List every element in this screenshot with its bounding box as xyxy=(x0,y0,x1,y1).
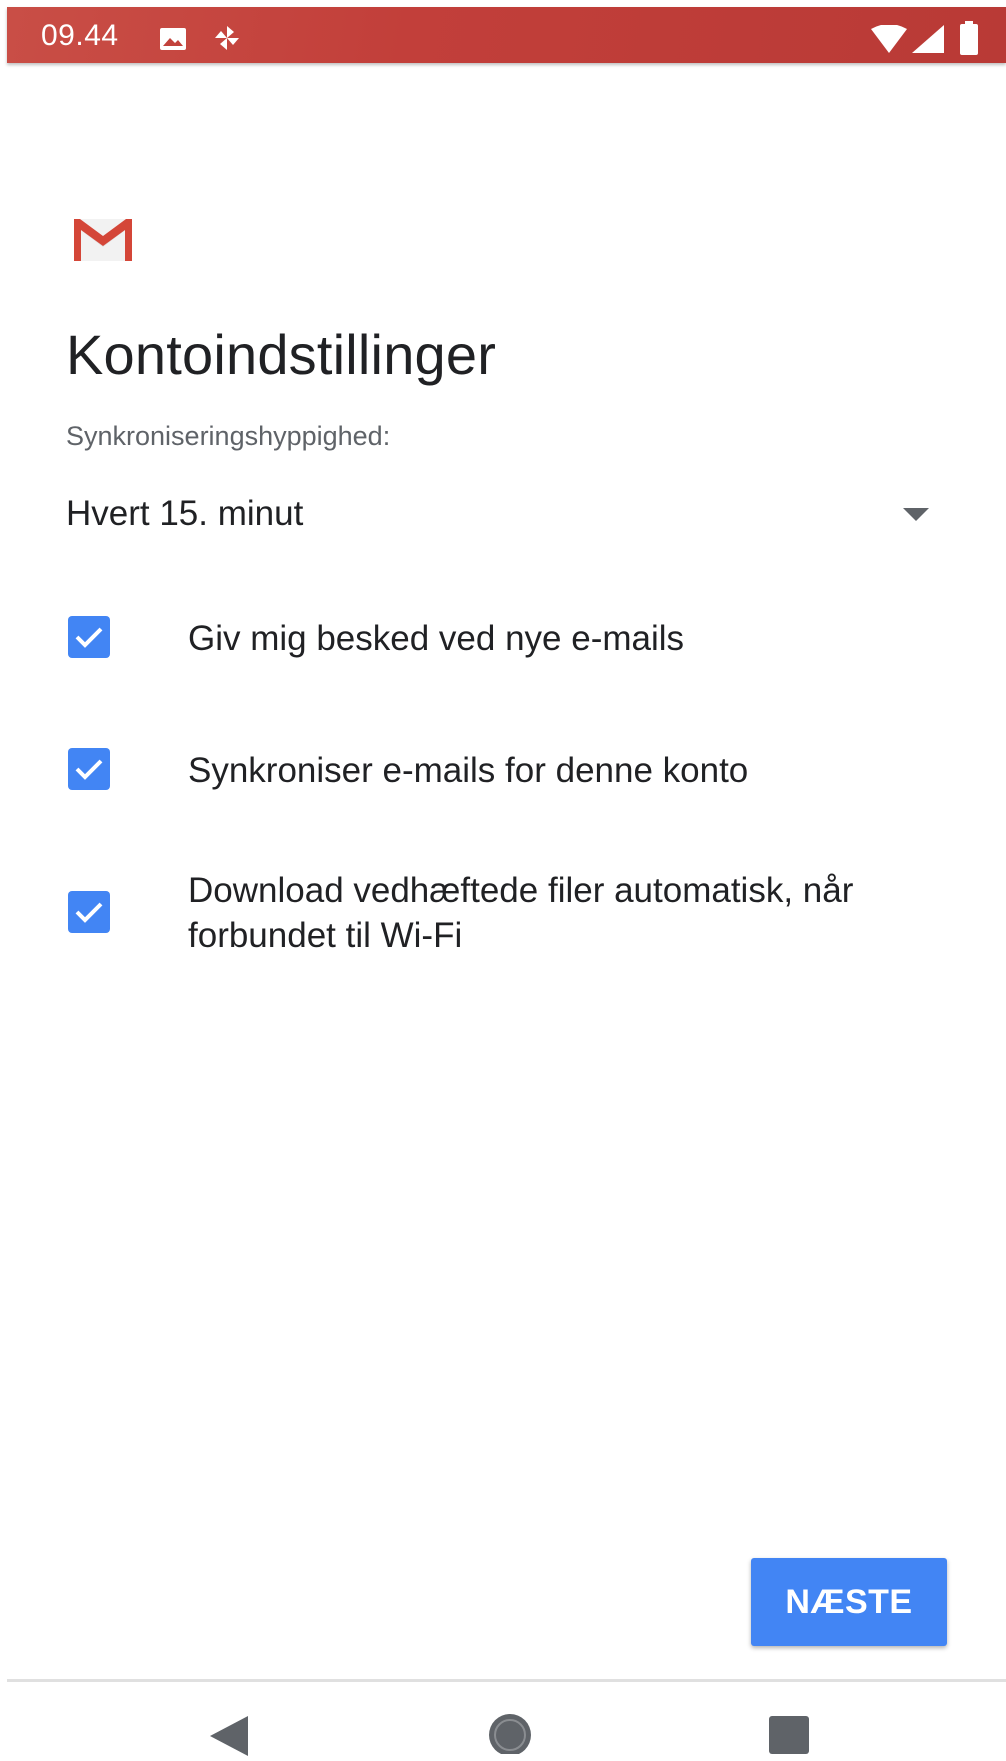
status-time: 09.44 xyxy=(41,19,119,52)
gmail-logo xyxy=(74,219,132,266)
option-label: Download vedhæftede filer automatisk, nå… xyxy=(188,871,854,955)
dropdown-arrow-icon xyxy=(903,508,929,527)
recents-icon[interactable] xyxy=(769,1716,809,1759)
home-icon[interactable] xyxy=(487,1712,533,1759)
nav-divider xyxy=(7,1679,1006,1682)
checkbox-checked[interactable] xyxy=(68,891,110,933)
sync-frequency-dropdown[interactable]: Hvert 15. minut xyxy=(66,486,936,546)
signal-icon xyxy=(912,25,944,58)
sync-pinwheel-icon xyxy=(212,23,242,58)
option-label: Giv mig besked ved nye e-mails xyxy=(188,619,685,658)
page-title: Kontoindstillinger xyxy=(66,323,497,386)
next-button[interactable]: NÆSTE xyxy=(751,1558,947,1646)
sync-frequency-label: Synkroniseringshyppighed: xyxy=(66,421,391,451)
option-auto-download-attachments[interactable]: Download vedhæftede filer automatisk, nå… xyxy=(66,868,936,964)
image-icon xyxy=(159,27,187,56)
battery-icon xyxy=(960,21,978,60)
option-label: Synkroniser e-mails for denne konto xyxy=(188,751,749,790)
sync-frequency-value: Hvert 15. minut xyxy=(66,494,304,533)
checkbox-checked[interactable] xyxy=(68,748,110,790)
checkbox-checked[interactable] xyxy=(68,616,110,658)
wifi-icon xyxy=(871,24,907,58)
option-sync-emails[interactable]: Synkroniser e-mails for denne konto xyxy=(66,744,936,804)
back-icon[interactable] xyxy=(210,1716,250,1761)
option-notify-new-emails[interactable]: Giv mig besked ved nye e-mails xyxy=(66,612,936,672)
status-bar: 09.44 xyxy=(7,7,1006,63)
